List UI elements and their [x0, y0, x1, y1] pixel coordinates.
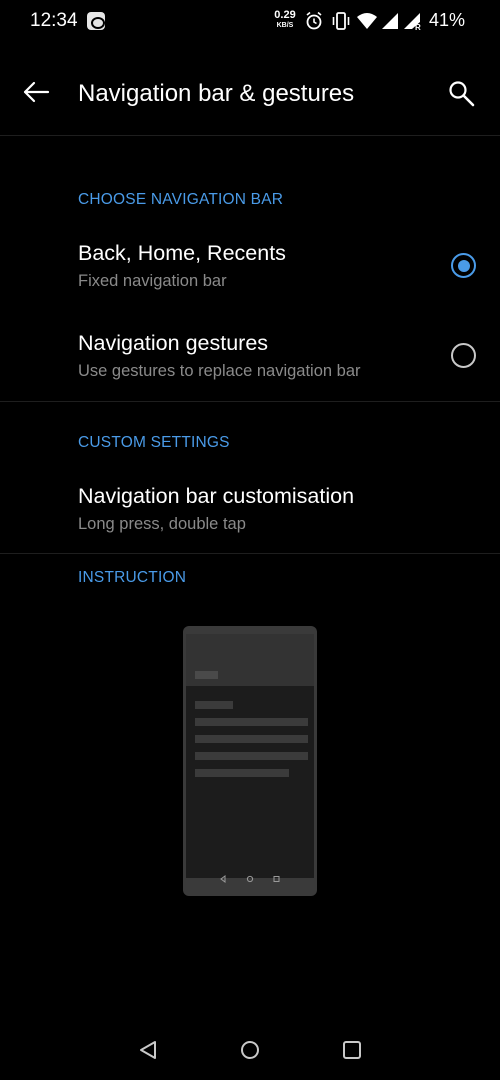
section-header-choose-nav: CHOOSE NAVIGATION BAR — [78, 191, 284, 208]
section-header-instruction: INSTRUCTION — [78, 569, 187, 586]
phone-content-line — [195, 752, 308, 760]
app-notification-icon — [87, 12, 105, 30]
radio-selected[interactable] — [451, 253, 476, 278]
nav-bar-customisation-item[interactable]: Navigation bar customisation Long press,… — [0, 470, 500, 550]
battery-level: 41% — [429, 10, 466, 30]
phone-illustration — [183, 626, 317, 896]
phone-content-line — [195, 701, 233, 709]
option-navigation-gestures[interactable]: Navigation gestures Use gestures to repl… — [0, 318, 500, 398]
option-title: Navigation gestures — [78, 331, 269, 355]
status-bar: 12:34 0.29 KB/S R 41% — [0, 0, 500, 44]
arrow-left-icon — [23, 81, 50, 103]
recents-square-icon[interactable] — [340, 1038, 364, 1062]
wifi-icon — [357, 13, 377, 29]
signal-roaming-icon: R — [404, 13, 421, 31]
phone-appbar — [186, 634, 314, 686]
app-header: Navigation bar & gestures — [0, 44, 500, 136]
phone-content-line — [195, 735, 308, 743]
alarm-icon — [306, 11, 322, 30]
option-subtitle: Fixed navigation bar — [78, 272, 227, 290]
search-button[interactable] — [442, 74, 482, 114]
option-title: Navigation bar customisation — [78, 484, 355, 508]
option-title: Back, Home, Recents — [78, 241, 286, 265]
option-subtitle: Use gestures to replace navigation bar — [78, 362, 361, 380]
svg-text:R: R — [415, 23, 421, 31]
status-time: 12:34 — [30, 10, 78, 31]
page-title: Navigation bar & gestures — [78, 80, 355, 107]
net-speed-unit: KB/S — [276, 22, 294, 29]
back-button[interactable] — [16, 72, 56, 112]
phone-content-line — [195, 718, 308, 726]
phone-content-line — [195, 769, 289, 777]
divider — [0, 553, 500, 554]
vibrate-icon — [332, 12, 350, 30]
phone-appbar-title — [195, 671, 218, 679]
option-subtitle: Long press, double tap — [78, 515, 246, 533]
home-circle-icon[interactable] — [238, 1038, 262, 1062]
option-back-home-recents[interactable]: Back, Home, Recents Fixed navigation bar — [0, 228, 500, 308]
phone-navbar — [220, 875, 280, 883]
divider — [0, 401, 500, 402]
section-header-custom-settings: CUSTOM SETTINGS — [78, 434, 230, 451]
phone-screen — [186, 634, 314, 878]
net-speed: 0.29 KB/S — [272, 9, 298, 30]
net-speed-value: 0.29 — [274, 9, 296, 21]
radio-unselected[interactable] — [451, 343, 476, 368]
search-icon — [449, 81, 475, 107]
signal-icon — [382, 13, 398, 29]
system-nav-bar — [0, 1020, 500, 1080]
back-triangle-icon[interactable] — [136, 1038, 160, 1062]
